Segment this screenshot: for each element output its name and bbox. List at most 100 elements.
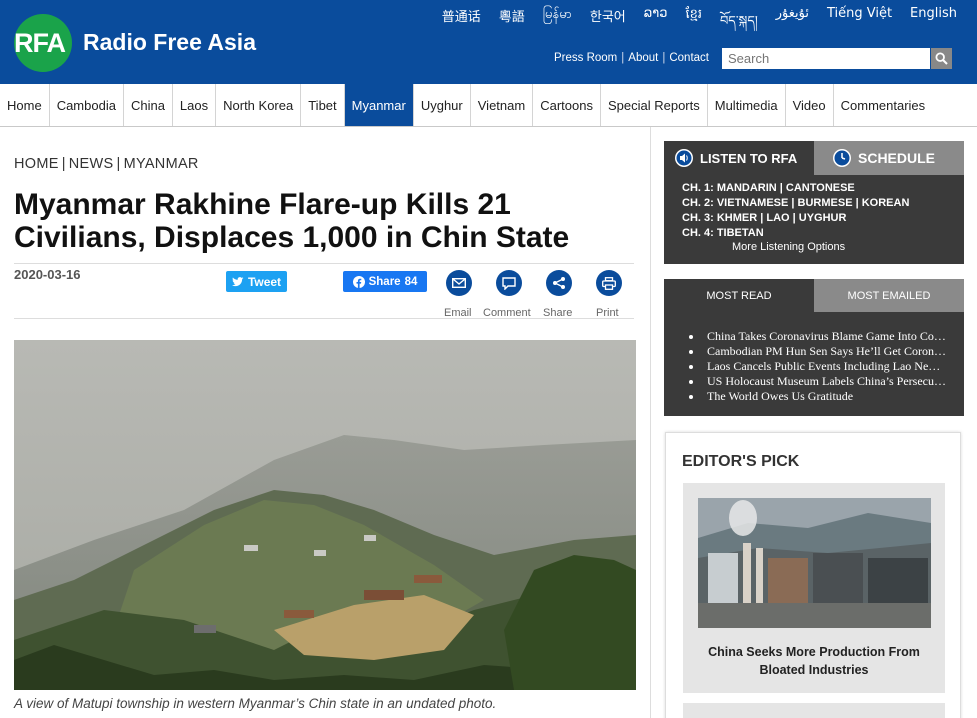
comment-button[interactable] <box>496 270 522 296</box>
breadcrumb: HOME | NEWS | MYANMAR <box>14 156 199 172</box>
facebook-icon <box>352 275 365 288</box>
share-icon <box>553 277 565 289</box>
column-divider <box>650 127 651 718</box>
breadcrumb-myanmar[interactable]: MYANMAR <box>124 156 199 172</box>
more-listening-options-link[interactable]: More Listening Options <box>732 241 845 253</box>
tab-most-read[interactable]: MOST READ <box>664 279 814 312</box>
lang-cantonese[interactable]: 粵語 <box>499 6 525 43</box>
channel-3[interactable]: CH. 3: KHMER | LAO | UYGHUR <box>682 211 909 226</box>
clock-icon <box>833 149 851 167</box>
nav-laos[interactable]: Laos <box>173 84 217 126</box>
press-room-link[interactable]: Press Room <box>554 52 617 64</box>
email-button[interactable] <box>446 270 472 296</box>
article-date: 2020-03-16 <box>14 267 81 282</box>
tweet-label: Tweet <box>247 274 282 289</box>
divider: | <box>116 156 121 172</box>
about-link[interactable]: About <box>628 52 658 64</box>
breadcrumb-home[interactable]: HOME <box>14 156 59 172</box>
lang-english[interactable]: English <box>910 6 957 43</box>
share-button[interactable] <box>546 270 572 296</box>
most-read-widget: MOST READ MOST EMAILED China Takes Coron… <box>664 279 964 416</box>
lang-vietnamese[interactable]: Tiếng Việt <box>827 6 892 43</box>
headline-line-1: China Seeks More Production From <box>708 645 920 659</box>
search-input[interactable] <box>722 48 930 69</box>
nav-china[interactable]: China <box>124 84 173 126</box>
title-line-1: Myanmar Rakhine Flare-up Kills 21 <box>14 188 511 221</box>
tweet-button[interactable]: Tweet <box>226 271 287 292</box>
speaker-icon <box>675 149 693 167</box>
lang-korean[interactable]: 한국어 <box>590 6 626 43</box>
nav-multimedia[interactable]: Multimedia <box>708 84 786 126</box>
email-label[interactable]: Email <box>444 307 472 319</box>
email-icon <box>452 278 466 288</box>
channel-4[interactable]: CH. 4: TIBETAN <box>682 226 909 241</box>
list-item[interactable]: China Takes Coronavirus Blame Game Into … <box>686 329 962 344</box>
nav-vietnam[interactable]: Vietnam <box>471 84 534 126</box>
nav-tibet[interactable]: Tibet <box>301 84 345 126</box>
photo-caption: A view of Matupi township in western Mya… <box>14 696 497 711</box>
headline-line-2: Bloated Industries <box>759 663 869 677</box>
language-links: 普通话 粵語 မြန်မာ 한국어 ລາວ ខ្មែរ བོད་སྐད། ئۇي… <box>424 6 957 43</box>
schedule-tab[interactable]: SCHEDULE <box>814 141 964 175</box>
channel-2[interactable]: CH. 2: VIETNAMESE | BURMESE | KOREAN <box>682 196 909 211</box>
print-label[interactable]: Print <box>596 307 619 319</box>
most-read-list: China Takes Coronavirus Blame Game Into … <box>686 329 962 404</box>
tab-most-emailed[interactable]: MOST EMAILED <box>814 279 964 312</box>
schedule-tab-label: SCHEDULE <box>858 150 936 166</box>
article-photo <box>14 340 636 690</box>
print-button[interactable] <box>596 270 622 296</box>
nav-cambodia[interactable]: Cambodia <box>50 84 124 126</box>
nav-home[interactable]: Home <box>0 84 50 126</box>
site-header: RFA Radio Free Asia 普通话 粵語 မြန်မာ 한국어 ລາ… <box>0 0 977 84</box>
site-name[interactable]: Radio Free Asia <box>83 29 256 56</box>
print-icon <box>602 276 616 290</box>
nav-myanmar[interactable]: Myanmar <box>344 84 414 126</box>
divider: | <box>621 52 625 64</box>
editors-pick-card-next[interactable] <box>683 703 945 718</box>
editors-pick-image[interactable] <box>698 498 931 628</box>
listen-tab[interactable]: LISTEN TO RFA <box>664 141 814 175</box>
nav-uyghur[interactable]: Uyghur <box>414 84 471 126</box>
list-item[interactable]: Laos Cancels Public Events Including Lao… <box>686 359 962 374</box>
breadcrumb-news[interactable]: NEWS <box>69 156 114 172</box>
search-button[interactable] <box>931 48 952 69</box>
title-line-2: Civilians, Displaces 1,000 in Chin State <box>14 221 570 254</box>
listen-tab-label: LISTEN TO RFA <box>700 150 798 166</box>
comment-icon <box>502 276 516 290</box>
divider: | <box>662 52 666 64</box>
editors-pick-card[interactable]: China Seeks More Production From Bloated… <box>683 483 945 693</box>
lang-burmese[interactable]: မြန်မာ <box>543 6 572 43</box>
twitter-icon <box>232 276 244 286</box>
share-text-label[interactable]: Share <box>543 307 572 319</box>
editors-pick-title: EDITOR'S PICK <box>682 453 800 470</box>
nav-video[interactable]: Video <box>786 84 834 126</box>
comment-label[interactable]: Comment <box>483 307 531 319</box>
nav-special-reports[interactable]: Special Reports <box>601 84 708 126</box>
channel-1[interactable]: CH. 1: MANDARIN | CANTONESE <box>682 181 909 196</box>
channel-list: CH. 1: MANDARIN | CANTONESE CH. 2: VIETN… <box>682 181 909 241</box>
list-item[interactable]: Cambodian PM Hun Sen Says He’ll Get Coro… <box>686 344 962 359</box>
editors-pick-headline[interactable]: China Seeks More Production From Bloated… <box>683 643 945 679</box>
lang-uyghur[interactable]: ئۇيغۇر <box>776 6 809 43</box>
divider: | <box>61 156 66 172</box>
list-item[interactable]: US Holocaust Museum Labels China’s Perse… <box>686 374 962 389</box>
search-icon <box>935 52 948 65</box>
lang-lao[interactable]: ລາວ <box>644 6 668 43</box>
article-title: Myanmar Rakhine Flare-up Kills 21 Civili… <box>14 188 634 254</box>
logo-text[interactable]: RFA <box>14 28 66 59</box>
listen-widget: LISTEN TO RFA SCHEDULE CH. 1: MANDARIN |… <box>664 141 964 264</box>
lang-tibetan[interactable]: བོད་སྐད། <box>720 6 758 43</box>
share-count: 84 <box>404 275 418 288</box>
lang-mandarin[interactable]: 普通话 <box>442 6 481 43</box>
contact-link[interactable]: Contact <box>669 52 709 64</box>
share-label: Share <box>368 275 401 288</box>
facebook-share-button[interactable]: Share 84 <box>343 271 427 292</box>
editors-pick: EDITOR'S PICK China Seeks More Productio… <box>665 432 961 718</box>
nav-commentaries[interactable]: Commentaries <box>834 84 933 126</box>
nav-cartoons[interactable]: Cartoons <box>533 84 601 126</box>
list-item[interactable]: The World Owes Us Gratitude <box>686 389 962 404</box>
nav-north-korea[interactable]: North Korea <box>216 84 302 126</box>
main-nav: Home Cambodia China Laos North Korea Tib… <box>0 84 977 127</box>
lang-khmer[interactable]: ខ្មែរ <box>685 6 702 43</box>
header-sublinks: Press Room | About | Contact <box>554 52 709 64</box>
